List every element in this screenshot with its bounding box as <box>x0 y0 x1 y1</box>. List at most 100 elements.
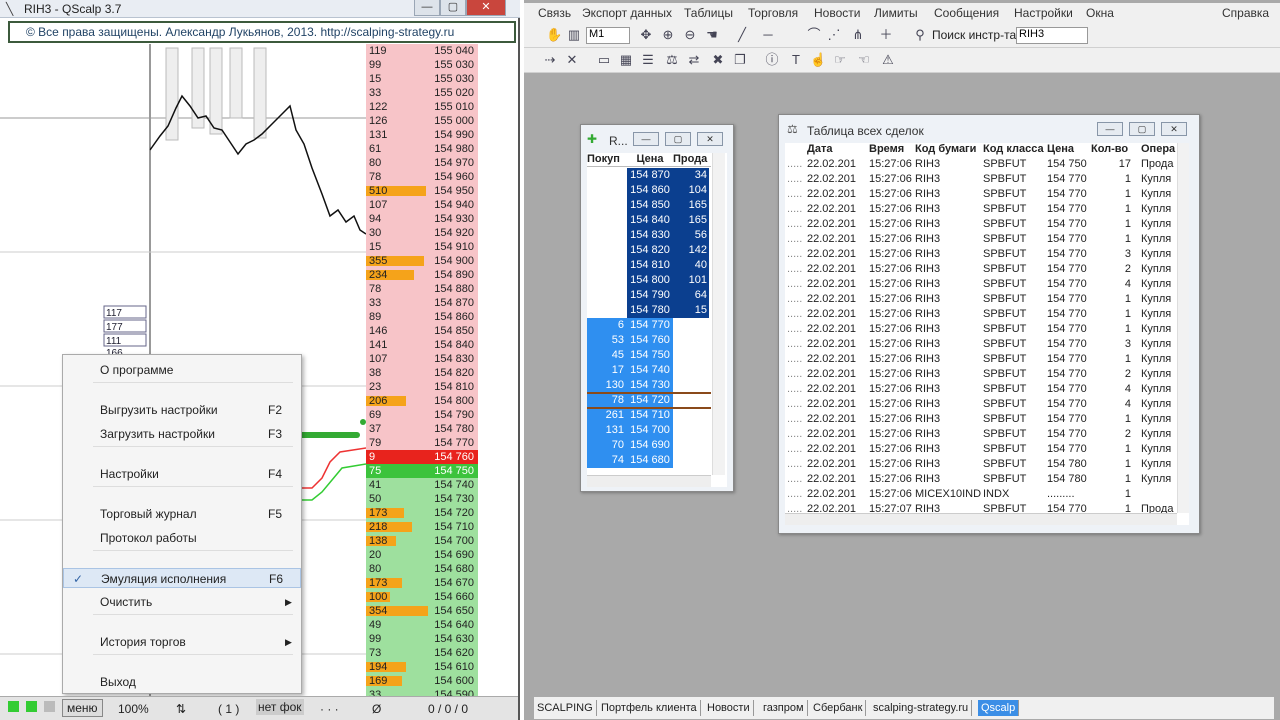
arc-icon[interactable]: ⌒ <box>806 27 822 43</box>
ladder-row[interactable]: 100 154 660 <box>366 590 478 604</box>
orders-icon[interactable]: ⚖ <box>664 52 680 68</box>
copy-icon[interactable]: ❐ <box>732 52 748 68</box>
list-icon[interactable]: ☰ <box>640 52 656 68</box>
zoom-out-icon[interactable]: ⊖ <box>682 27 698 43</box>
orderbook-row[interactable]: 6 154 770 <box>587 318 717 333</box>
ladder-row[interactable]: 30 154 920 <box>366 226 478 240</box>
orderbook-row[interactable]: 78 154 720 <box>587 393 717 408</box>
menu-3[interactable]: Таблицы <box>684 6 733 20</box>
zoom-in-icon[interactable]: ⊕ <box>660 27 676 43</box>
ladder-row[interactable]: 49 154 640 <box>366 618 478 632</box>
tab-3[interactable]: Новости <box>704 700 754 716</box>
orderbook-vscroll[interactable] <box>712 153 725 475</box>
qscalp-title-bar[interactable]: ╲ RIH3 - QScalp 3.7 — ▢ ✕ <box>0 0 520 18</box>
minimize-button[interactable]: — <box>1097 122 1123 136</box>
orderbook-row[interactable]: 70 154 690 <box>587 438 717 453</box>
tab-4[interactable]: газпром <box>760 700 808 716</box>
ladder-row[interactable]: 33 154 870 <box>366 296 478 310</box>
ladder-row[interactable]: 78 154 960 <box>366 170 478 184</box>
trade-row[interactable]: ..... 22.02.201 15:27:06 RIH3 SPBFUT 154 770 1… <box>785 442 1181 457</box>
ladder-row[interactable]: 218 154 710 <box>366 520 478 534</box>
trade-row[interactable]: ..... 22.02.201 15:27:06 RIH3 SPBFUT 154 770 4… <box>785 277 1181 292</box>
grab-icon[interactable]: ☚ <box>704 27 720 43</box>
orderbook-row[interactable]: 154 860 104 <box>587 183 717 198</box>
trade-row[interactable]: ..... 22.02.201 15:27:06 RIH3 SPBFUT 154 770 1… <box>785 292 1181 307</box>
ladder-row[interactable]: 38 154 820 <box>366 366 478 380</box>
menu-item[interactable]: История торгов ▶ <box>63 632 301 652</box>
trade-row[interactable]: ..... 22.02.201 15:27:06 RIH3 SPBFUT 154 770 3… <box>785 247 1181 262</box>
minimize-button[interactable]: — <box>414 0 440 16</box>
hand-remove-icon[interactable]: ☜ <box>856 52 872 68</box>
ladder-row[interactable]: 141 154 840 <box>366 338 478 352</box>
col-header[interactable]: Код бумаги <box>915 143 981 157</box>
trade-row[interactable]: ..... 22.02.201 15:27:06 RIH3 SPBFUT 154 750 1… <box>785 157 1181 172</box>
ladder-row[interactable]: 37 154 780 <box>366 422 478 436</box>
orderbook-row[interactable]: 154 840 165 <box>587 213 717 228</box>
orderbook-row[interactable]: 131 154 700 <box>587 423 717 438</box>
bar-chart-icon[interactable]: ▥ <box>566 27 582 43</box>
ladder-row[interactable]: 80 154 680 <box>366 562 478 576</box>
ladder-row[interactable]: 122 155 010 <box>366 100 478 114</box>
hline-icon[interactable]: ─ <box>760 27 776 43</box>
ladder-row[interactable]: 94 154 930 <box>366 212 478 226</box>
trade-row[interactable]: ..... 22.02.201 15:27:06 RIH3 SPBFUT 154 770 3… <box>785 337 1181 352</box>
orderbook-row[interactable]: 17 154 740 <box>587 363 717 378</box>
ladder-row[interactable]: 99 155 030 <box>366 58 478 72</box>
orderbook-row[interactable]: 154 850 165 <box>587 198 717 213</box>
orderbook-grid[interactable]: Покуп Цена Прода 154 870 34 154 860 104 154 … <box>587 153 727 487</box>
menu-4[interactable]: Торговля <box>748 6 798 20</box>
close-button[interactable]: ✕ <box>1161 122 1187 136</box>
window-icon[interactable]: ▭ <box>596 52 612 68</box>
ladder-row[interactable]: 73 154 620 <box>366 646 478 660</box>
ladder-row[interactable]: 107 154 940 <box>366 198 478 212</box>
hand-pointer-icon[interactable]: ☝ <box>810 52 826 68</box>
trade-row[interactable]: ..... 22.02.201 15:27:06 RIH3 SPBFUT 154 770 2… <box>785 262 1181 277</box>
trades-title-bar[interactable]: ⚖ Таблица всех сделок — ▢ ✕ <box>779 115 1199 143</box>
maximize-button[interactable]: ▢ <box>1129 122 1155 136</box>
all-trades-window[interactable]: ⚖ Таблица всех сделок — ▢ ✕ Дата Время Код… <box>778 114 1200 534</box>
ladder-row[interactable]: 75 154 750 <box>366 464 478 478</box>
ladder-row[interactable]: 194 154 610 <box>366 660 478 674</box>
order-book-ladder[interactable]: 119 155 040 99 155 030 15 155 030 33 155 020 122… <box>366 44 478 702</box>
trade-row[interactable]: ..... 22.02.201 15:27:06 RIH3 SPBFUT 154 770 4… <box>785 382 1181 397</box>
menu-item[interactable]: Торговый журнал F5 <box>63 504 301 524</box>
trade-row[interactable]: ..... 22.02.201 15:27:06 RIH3 SPBFUT 154 770 1… <box>785 202 1181 217</box>
menu-item[interactable]: Выход <box>63 672 301 692</box>
orderbook-row[interactable]: 74 154 680 <box>587 453 717 468</box>
close-button[interactable]: ✕ <box>466 0 506 16</box>
tab-5[interactable]: Сбербанк <box>810 700 867 716</box>
trade-row[interactable]: ..... 22.02.201 15:27:06 RIH3 SPBFUT 154 770 1… <box>785 172 1181 187</box>
tab-1[interactable]: SCALPING <box>534 700 597 716</box>
alert-icon[interactable]: ⚠ <box>880 52 896 68</box>
ladder-row[interactable]: 355 154 900 <box>366 254 478 268</box>
menu-item[interactable]: Выгрузить настройки F2 <box>63 400 301 420</box>
focus-status[interactable]: нет фок <box>256 699 304 715</box>
ladder-row[interactable]: 138 154 700 <box>366 534 478 548</box>
ladder-row[interactable]: 173 154 720 <box>366 506 478 520</box>
ladder-row[interactable]: 354 154 650 <box>366 604 478 618</box>
disconnect-icon[interactable]: ✕ <box>564 52 580 68</box>
orderbook-row[interactable]: 154 800 101 <box>587 273 717 288</box>
orderbook-hscroll[interactable] <box>587 475 711 487</box>
timeframe-select[interactable]: M1 <box>586 27 630 44</box>
orderbook-row[interactable]: 45 154 750 <box>587 348 717 363</box>
menu-10[interactable]: Справка <box>1222 6 1269 20</box>
search-input[interactable]: RIH3 <box>1016 27 1088 44</box>
menu-9[interactable]: Окна <box>1086 6 1114 20</box>
menu-item[interactable]: Загрузить настройки F3 <box>63 424 301 444</box>
col-header[interactable]: Цена <box>1047 143 1091 157</box>
ladder-row[interactable]: 510 154 950 <box>366 184 478 198</box>
info-icon[interactable]: ⓘ <box>764 52 780 68</box>
ladder-row[interactable]: 15 155 030 <box>366 72 478 86</box>
col-header[interactable]: Опера <box>1141 143 1181 157</box>
ladder-row[interactable]: 50 154 730 <box>366 492 478 506</box>
menu-6[interactable]: Лимиты <box>874 6 918 20</box>
menu-item[interactable]: ✓ Эмуляция исполнения F6 <box>63 568 301 588</box>
minimize-button[interactable]: — <box>633 132 659 146</box>
trades-vscroll[interactable] <box>1177 143 1189 513</box>
trades-grid[interactable]: Дата Время Код бумаги Код класса Цена Кол-во О… <box>785 143 1189 525</box>
orderbook-row[interactable]: 53 154 760 <box>587 333 717 348</box>
col-header[interactable]: Время <box>869 143 915 157</box>
ladder-row[interactable]: 41 154 740 <box>366 478 478 492</box>
ladder-row[interactable]: 173 154 670 <box>366 576 478 590</box>
